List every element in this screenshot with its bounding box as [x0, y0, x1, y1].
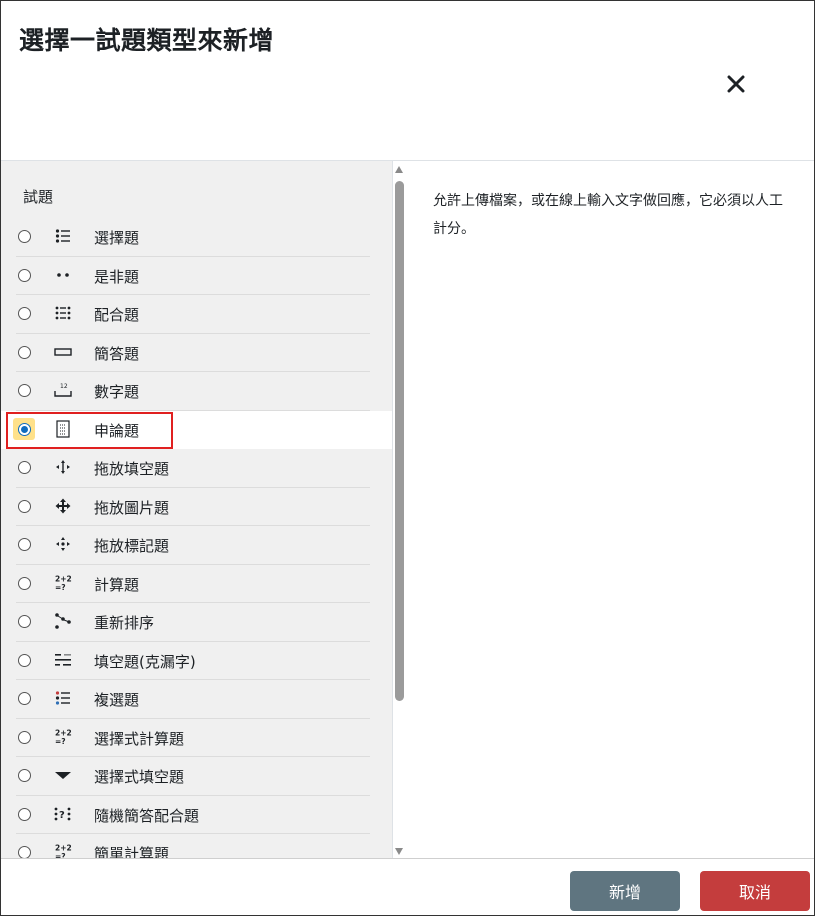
scroll-up-arrow-icon[interactable] [395, 166, 403, 173]
question-type-option[interactable]: 拖放填空題 [1, 449, 392, 488]
question-type-option[interactable]: 配合題 [1, 295, 392, 334]
drag-image-icon [51, 496, 75, 516]
question-type-option[interactable]: 2+2 =? 簡單計算題 [1, 834, 392, 858]
radio-button[interactable] [18, 653, 31, 667]
match-grid-icon [51, 303, 75, 323]
question-type-label: 複選題 [94, 691, 140, 709]
question-type-label: 簡答題 [94, 344, 140, 363]
question-type-list-pane[interactable]: 試題 選擇題 是非題 配合題 簡答題 12 數字題 申論題 拖放填空題 拖放圖片… [1, 161, 393, 858]
svg-text:=?: =? [55, 737, 66, 746]
scrollbar-thumb[interactable] [395, 181, 404, 701]
random-match-icon: ? [51, 804, 75, 824]
question-type-label: 隨機簡答配合題 [94, 806, 200, 825]
radio-button[interactable] [18, 461, 31, 474]
question-type-label: 申論題 [94, 421, 140, 440]
ordering-icon [51, 611, 75, 631]
question-type-label: 選擇式計算題 [94, 729, 185, 748]
question-type-label: 選擇題 [94, 229, 140, 247]
radio-button[interactable] [18, 384, 31, 397]
question-type-label: 選擇式填空題 [94, 768, 185, 786]
question-type-option[interactable]: 填空題(克漏字) [1, 642, 392, 680]
drag-text-icon [51, 457, 75, 477]
radio-button[interactable] [18, 846, 31, 858]
calculated-icon: 2+2 =? [51, 573, 75, 593]
cancel-button[interactable]: 取消 [700, 871, 810, 911]
question-type-label: 計算題 [94, 575, 140, 594]
radio-button[interactable] [18, 692, 31, 705]
question-type-option[interactable]: 複選題 [1, 680, 392, 719]
shortanswer-box-icon [51, 342, 75, 362]
scroll-down-arrow-icon[interactable] [395, 848, 403, 855]
radio-button[interactable] [18, 730, 31, 744]
section-label-questions: 試題 [23, 188, 54, 206]
question-type-option[interactable]: 重新排序 [1, 603, 392, 642]
question-type-option[interactable]: 拖放標記題 [1, 526, 392, 565]
truefalse-dots-icon [51, 265, 75, 285]
calculated-simple-icon: 2+2 =? [51, 842, 75, 859]
question-type-option[interactable]: 選擇式填空題 [1, 757, 392, 796]
drag-marker-icon [51, 534, 75, 554]
svg-text:?: ? [59, 810, 65, 821]
question-type-label: 簡單計算題 [94, 845, 170, 858]
question-type-option[interactable]: 簡答題 [1, 334, 392, 372]
radio-button[interactable] [18, 807, 31, 821]
dialog-footer: 新增 取消 [1, 858, 814, 915]
question-type-option[interactable]: 選擇題 [1, 218, 392, 257]
radio-button[interactable] [18, 345, 31, 359]
dialog-header: 選擇一試題類型來新增 [1, 1, 814, 161]
radio-button[interactable] [18, 307, 31, 320]
calculated-multi-icon: 2+2 =? [51, 727, 75, 747]
question-type-label: 拖放標記題 [94, 537, 170, 555]
question-type-option[interactable]: 2+2 =? 選擇式計算題 [1, 719, 392, 757]
question-type-label: 重新排序 [94, 614, 155, 632]
close-icon [727, 75, 745, 93]
radio-button[interactable] [18, 499, 31, 513]
question-type-label: 數字題 [94, 383, 140, 401]
question-type-description: 允許上傳檔案，或在線上輸入文字做回應，它必須以人工計分。 [433, 193, 783, 237]
radio-focus-highlight [13, 417, 35, 440]
select-missing-icon [51, 765, 75, 785]
question-type-label: 是非題 [94, 267, 140, 286]
radio-button[interactable] [18, 230, 31, 243]
radio-button[interactable] [18, 268, 31, 282]
question-type-option[interactable]: 是非題 [1, 257, 392, 295]
radio-button[interactable] [18, 422, 31, 436]
radio-button[interactable] [18, 538, 31, 551]
question-type-label: 拖放填空題 [94, 460, 170, 478]
radio-button[interactable] [18, 769, 31, 782]
radio-button[interactable] [18, 576, 31, 590]
close-button[interactable] [723, 71, 749, 97]
question-type-label: 拖放圖片題 [94, 498, 170, 517]
essay-document-icon [51, 419, 75, 439]
dialog-title: 選擇一試題類型來新增 [19, 26, 275, 55]
question-type-label: 填空題(克漏字) [94, 652, 196, 671]
numerical-icon: 12 [51, 380, 75, 400]
question-type-option[interactable]: 2+2 =? 計算題 [1, 565, 392, 603]
radio-button[interactable] [18, 615, 31, 628]
question-type-option[interactable]: 12 數字題 [1, 372, 392, 411]
question-type-list: 選擇題 是非題 配合題 簡答題 12 數字題 申論題 拖放填空題 拖放圖片題 拖… [1, 218, 392, 858]
svg-text:12: 12 [60, 383, 68, 390]
cloze-icon [51, 650, 75, 670]
svg-text:=?: =? [55, 583, 66, 592]
question-type-option[interactable]: 拖放圖片題 [1, 488, 392, 526]
add-button[interactable]: 新增 [570, 871, 680, 911]
multichoice-list-icon [51, 226, 75, 246]
choose-question-type-dialog: 選擇一試題類型來新增 試題 選擇題 是非題 配合題 簡答題 12 數字題 申論題… [0, 0, 815, 916]
question-type-option-selected[interactable]: 申論題 [1, 410, 392, 449]
question-type-label: 配合題 [94, 306, 140, 324]
question-type-option[interactable]: ? 隨機簡答配合題 [1, 796, 392, 834]
multianswer-icon [51, 688, 75, 708]
